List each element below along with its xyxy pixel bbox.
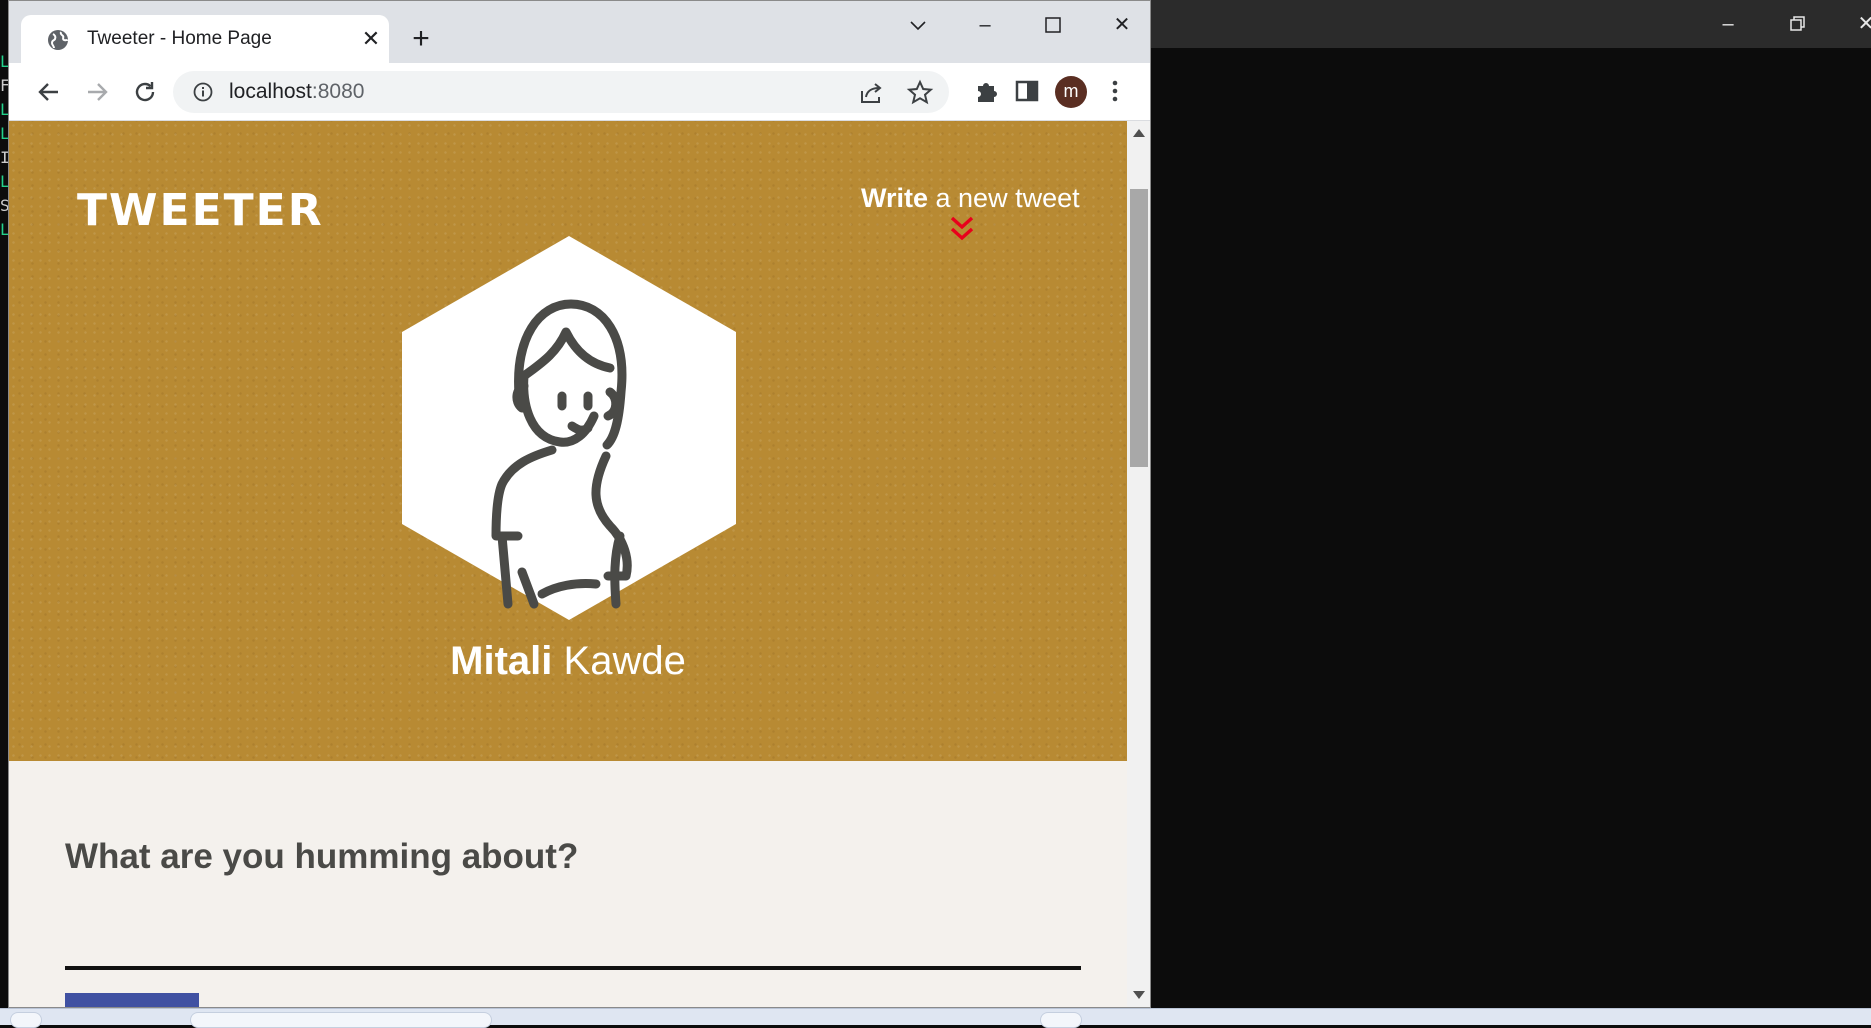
terminal-edge: L F L L I L S L [0,0,10,1008]
minimize-icon[interactable]: – [957,7,1013,43]
avatar-hexagon [402,236,736,620]
star-icon[interactable] [906,79,934,107]
write-rest: a new tweet [928,183,1080,213]
address-bar[interactable]: localhost:8080 [173,71,949,113]
tab-strip: Tweeter - Home Page ✕ + – ✕ [9,1,1150,63]
user-first-name: Mitali [450,639,553,683]
compose-textarea-underline[interactable] [65,966,1081,970]
user-name: Mitali Kawde [9,639,1127,684]
browser-window: Tweeter - Home Page ✕ + – ✕ localhost:80… [8,0,1151,1008]
reload-icon[interactable] [127,74,163,110]
info-icon[interactable] [193,82,213,102]
scroll-thumb[interactable] [1130,189,1148,467]
minimize-icon[interactable]: – [1708,6,1748,42]
taskbar-item[interactable] [190,1012,492,1028]
tab-title: Tweeter - Home Page [87,28,272,49]
taskbar-item[interactable] [1040,1012,1082,1028]
tab-home[interactable]: Tweeter - Home Page ✕ [21,15,389,63]
close-icon[interactable]: ✕ [1094,7,1150,43]
browser-toolbar: localhost:8080 m [9,63,1150,121]
chevron-down-icon[interactable] [890,7,946,43]
side-panel-icon[interactable] [1011,75,1043,107]
scroll-down-arrow[interactable] [1133,991,1145,999]
double-chevron-down-icon[interactable] [950,216,974,242]
forward-arrow-icon[interactable] [79,74,115,110]
url-host: localhost [229,80,312,103]
url-text: localhost:8080 [229,80,364,104]
terminal-body [1150,48,1871,1008]
close-icon[interactable]: ✕ [357,25,385,53]
compose-heading: What are you humming about? [65,837,579,876]
puzzle-icon[interactable] [971,75,1003,107]
terminal-titlebar: – ✕ [1150,0,1871,48]
url-port: :8080 [311,80,365,103]
taskbar-item[interactable] [10,1012,42,1028]
plus-icon[interactable]: + [402,21,440,59]
more-vert-icon[interactable] [1099,75,1131,107]
close-icon[interactable]: ✕ [1846,6,1871,42]
page-scrollbar[interactable] [1127,121,1150,1007]
page-viewport: TWEETER Write a new tweet Mitali Kawde W… [9,121,1127,1007]
tweet-button[interactable] [65,993,199,1007]
share-icon[interactable] [857,79,885,107]
avatar[interactable]: m [1055,76,1087,108]
write-new-tweet-link[interactable]: Write a new tweet [861,183,1080,214]
profile-header: TWEETER Write a new tweet Mitali Kawde [9,121,1127,761]
restore-icon[interactable] [1778,6,1818,42]
scroll-up-arrow[interactable] [1133,129,1145,137]
maximize-icon[interactable] [1025,7,1081,43]
back-arrow-icon[interactable] [31,74,67,110]
globe-icon [48,30,68,50]
site-logo[interactable]: TWEETER [77,185,324,236]
user-last-name: Kawde [552,639,686,683]
write-strong: Write [861,183,929,213]
